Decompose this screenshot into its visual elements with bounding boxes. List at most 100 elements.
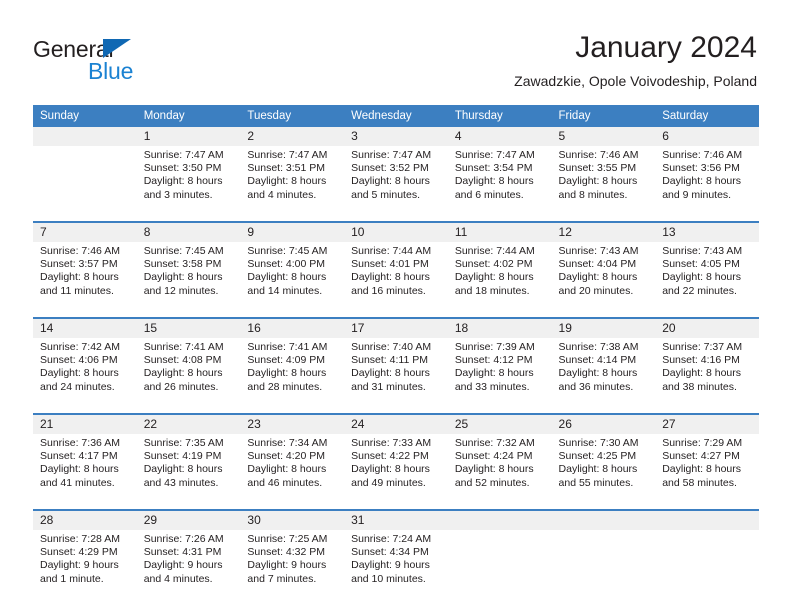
day-number-20[interactable]: 20 <box>655 317 759 338</box>
day-detail-13[interactable]: Sunrise: 7:43 AM Sunset: 4:05 PM Daylight:… <box>655 242 759 318</box>
day-number-14[interactable]: 14 <box>33 317 137 338</box>
day-detail-9[interactable]: Sunrise: 7:45 AM Sunset: 4:00 PM Daylight:… <box>240 242 345 318</box>
day-detail-line: Sunrise: 7:41 AM <box>247 341 328 353</box>
day-detail-line: and 16 minutes. <box>351 284 426 297</box>
day-number-15[interactable]: 15 <box>136 317 241 338</box>
day-detail-line: Sunset: 4:12 PM <box>454 354 533 367</box>
day-number-23[interactable]: 23 <box>240 413 345 434</box>
day-number-7[interactable]: 7 <box>33 221 137 242</box>
day-detail-line: and 4 minutes. <box>143 572 213 585</box>
day-detail-line: Sunrise: 7:26 AM <box>143 533 224 545</box>
week-detail-row: Sunrise: 7:42 AM Sunset: 4:06 PM Daylight:… <box>33 338 759 414</box>
day-detail-23[interactable]: Sunrise: 7:34 AM Sunset: 4:20 PM Daylight:… <box>240 434 345 510</box>
day-number-5[interactable]: 5 <box>551 127 656 146</box>
day-detail-28[interactable]: Sunrise: 7:28 AM Sunset: 4:29 PM Daylight:… <box>33 530 137 605</box>
day-number-9[interactable]: 9 <box>240 221 345 242</box>
day-detail-17[interactable]: Sunrise: 7:40 AM Sunset: 4:11 PM Daylight:… <box>344 338 448 414</box>
day-number-31[interactable]: 31 <box>344 509 448 530</box>
day-detail-line: Sunset: 4:24 PM <box>454 450 533 463</box>
day-detail-14[interactable]: Sunrise: 7:42 AM Sunset: 4:06 PM Daylight:… <box>33 338 137 414</box>
day-detail-20[interactable]: Sunrise: 7:37 AM Sunset: 4:16 PM Daylight:… <box>655 338 759 414</box>
day-number-22[interactable]: 22 <box>136 413 241 434</box>
day-number-25[interactable]: 25 <box>447 413 552 434</box>
day-number-12[interactable]: 12 <box>551 221 656 242</box>
day-detail-line: Sunrise: 7:46 AM <box>662 149 743 161</box>
day-detail-line: Daylight: 9 hours <box>351 559 430 572</box>
day-detail-line: and 43 minutes. <box>143 476 219 489</box>
day-detail-15[interactable]: Sunrise: 7:41 AM Sunset: 4:08 PM Daylight:… <box>136 338 241 414</box>
day-number-6[interactable]: 6 <box>655 127 759 146</box>
day-number-2[interactable]: 2 <box>240 127 345 146</box>
day-detail-line: and 26 minutes. <box>143 380 219 393</box>
day-detail-25[interactable]: Sunrise: 7:32 AM Sunset: 4:24 PM Daylight:… <box>447 434 552 510</box>
day-detail-line: Sunrise: 7:30 AM <box>558 437 639 449</box>
day-detail-line: and 41 minutes. <box>40 476 115 489</box>
day-detail-16[interactable]: Sunrise: 7:41 AM Sunset: 4:09 PM Daylight:… <box>240 338 345 414</box>
day-detail-line: Sunrise: 7:39 AM <box>454 341 535 353</box>
day-detail-line: and 52 minutes. <box>454 476 530 489</box>
week-detail-row: Sunrise: 7:47 AM Sunset: 3:50 PM Daylight:… <box>33 146 759 222</box>
day-detail-empty <box>447 530 552 605</box>
day-detail-30[interactable]: Sunrise: 7:25 AM Sunset: 4:32 PM Daylight:… <box>240 530 345 605</box>
day-detail-line: Daylight: 8 hours <box>662 271 742 284</box>
day-number-18[interactable]: 18 <box>447 317 552 338</box>
day-detail-line: Daylight: 8 hours <box>558 463 638 476</box>
day-detail-line: and 24 minutes. <box>40 380 115 393</box>
calendar-grid: Sunday Monday Tuesday Wednesday Thursday Frid… <box>33 105 759 605</box>
day-number-21[interactable]: 21 <box>33 413 137 434</box>
day-detail-29[interactable]: Sunrise: 7:26 AM Sunset: 4:31 PM Daylight:… <box>136 530 241 605</box>
day-number-29[interactable]: 29 <box>136 509 241 530</box>
day-detail-line: Daylight: 8 hours <box>558 175 638 188</box>
title-block: January 2024 Zawadzkie, Opole Voivodeshi… <box>514 30 757 91</box>
day-detail-19[interactable]: Sunrise: 7:38 AM Sunset: 4:14 PM Daylight:… <box>551 338 656 414</box>
day-detail-line: Sunset: 4:14 PM <box>558 354 637 367</box>
day-detail-1[interactable]: Sunrise: 7:47 AM Sunset: 3:50 PM Daylight:… <box>136 146 241 222</box>
day-detail-line: Sunset: 4:34 PM <box>351 546 429 559</box>
day-detail-26[interactable]: Sunrise: 7:30 AM Sunset: 4:25 PM Daylight:… <box>551 434 656 510</box>
week-daynumber-row: 28 29 30 31 <box>33 509 759 530</box>
day-detail-line: Sunrise: 7:34 AM <box>247 437 328 449</box>
day-detail-21[interactable]: Sunrise: 7:36 AM Sunset: 4:17 PM Daylight:… <box>33 434 137 510</box>
day-detail-2[interactable]: Sunrise: 7:47 AM Sunset: 3:51 PM Daylight:… <box>240 146 345 222</box>
day-number-8[interactable]: 8 <box>136 221 241 242</box>
day-number-16[interactable]: 16 <box>240 317 345 338</box>
day-detail-7[interactable]: Sunrise: 7:46 AM Sunset: 3:57 PM Daylight:… <box>33 242 137 318</box>
day-detail-31[interactable]: Sunrise: 7:24 AM Sunset: 4:34 PM Daylight:… <box>344 530 448 605</box>
day-detail-5[interactable]: Sunrise: 7:46 AM Sunset: 3:55 PM Daylight:… <box>551 146 656 222</box>
brand-logo[interactable]: General Blue <box>33 36 233 86</box>
day-detail-line: Daylight: 8 hours <box>662 367 742 380</box>
day-number-17[interactable]: 17 <box>344 317 448 338</box>
day-number-4[interactable]: 4 <box>447 127 552 146</box>
day-detail-24[interactable]: Sunrise: 7:33 AM Sunset: 4:22 PM Daylight:… <box>344 434 448 510</box>
day-detail-line: Sunset: 3:52 PM <box>351 162 429 175</box>
day-number-26[interactable]: 26 <box>551 413 656 434</box>
week-daynumber-row: 7 8 9 10 11 12 13 <box>33 221 759 242</box>
day-detail-4[interactable]: Sunrise: 7:47 AM Sunset: 3:54 PM Daylight:… <box>447 146 552 222</box>
day-detail-line: Daylight: 8 hours <box>40 271 119 284</box>
day-detail-18[interactable]: Sunrise: 7:39 AM Sunset: 4:12 PM Daylight:… <box>447 338 552 414</box>
day-detail-line: Sunset: 3:55 PM <box>558 162 637 175</box>
day-number-19[interactable]: 19 <box>551 317 656 338</box>
day-detail-line: Sunrise: 7:24 AM <box>351 533 432 545</box>
day-detail-8[interactable]: Sunrise: 7:45 AM Sunset: 3:58 PM Daylight:… <box>136 242 241 318</box>
day-detail-12[interactable]: Sunrise: 7:43 AM Sunset: 4:04 PM Daylight:… <box>551 242 656 318</box>
day-number-10[interactable]: 10 <box>344 221 448 242</box>
day-detail-10[interactable]: Sunrise: 7:44 AM Sunset: 4:01 PM Daylight:… <box>344 242 448 318</box>
day-number-1[interactable]: 1 <box>136 127 241 146</box>
day-number-24[interactable]: 24 <box>344 413 448 434</box>
day-detail-line: Daylight: 8 hours <box>143 463 223 476</box>
day-detail-6[interactable]: Sunrise: 7:46 AM Sunset: 3:56 PM Daylight:… <box>655 146 759 222</box>
weekday-header-wednesday: Wednesday <box>344 105 448 127</box>
day-detail-11[interactable]: Sunrise: 7:44 AM Sunset: 4:02 PM Daylight:… <box>447 242 552 318</box>
day-number-28[interactable]: 28 <box>33 509 137 530</box>
day-detail-line: Sunset: 3:58 PM <box>143 258 222 271</box>
day-number-11[interactable]: 11 <box>447 221 552 242</box>
day-number-30[interactable]: 30 <box>240 509 345 530</box>
day-detail-22[interactable]: Sunrise: 7:35 AM Sunset: 4:19 PM Daylight:… <box>136 434 241 510</box>
brand-name-blue: Blue <box>88 58 134 84</box>
day-detail-3[interactable]: Sunrise: 7:47 AM Sunset: 3:52 PM Daylight:… <box>344 146 448 222</box>
day-number-27[interactable]: 27 <box>655 413 759 434</box>
day-number-3[interactable]: 3 <box>344 127 448 146</box>
day-detail-27[interactable]: Sunrise: 7:29 AM Sunset: 4:27 PM Daylight:… <box>655 434 759 510</box>
day-number-13[interactable]: 13 <box>655 221 759 242</box>
